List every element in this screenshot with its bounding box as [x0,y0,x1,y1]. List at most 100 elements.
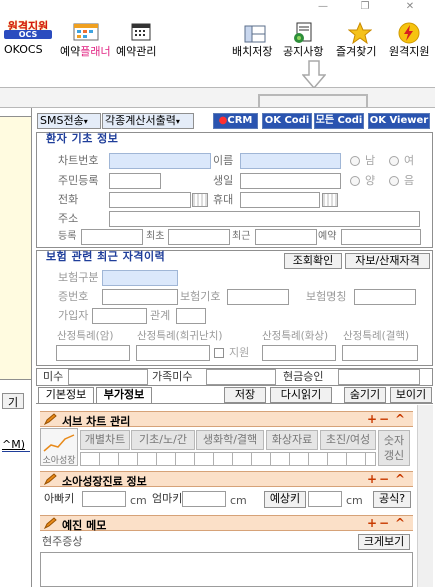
unpaid-field[interactable] [68,369,148,385]
okocs-button[interactable]: 원격지원 OCS OKOCS [4,18,56,58]
calc-label: 각종계산서출력 [105,114,176,127]
plus-icon[interactable]: + [367,516,377,530]
growth-graph-button[interactable]: 소아성장 [40,428,78,466]
insurance-section-title: 보험 관련 최근 자격이력 [46,250,166,263]
collapse-icon[interactable]: ^ [395,412,405,426]
restore-icon[interactable]: ❐ [358,2,372,12]
scrollbar[interactable] [417,405,433,587]
auto-industrial-button[interactable]: 자보/산재자격 [345,253,430,269]
tab-extra-info[interactable]: 부가정보 [96,387,152,403]
mother-height-field[interactable] [182,491,226,507]
gender-male-radio[interactable] [350,156,360,166]
all-codi-button[interactable]: 모든 Codi [314,113,364,129]
remote-support-label: 원격지원 [389,45,430,58]
phone-field[interactable] [109,192,191,208]
predicted-height-button[interactable]: 예상키 [264,491,306,508]
minimize-icon[interactable]: — [316,2,330,12]
resident-no-field[interactable] [109,173,161,189]
special-burn-field[interactable] [262,345,336,361]
chevron-down-icon: ▾ [175,117,180,126]
memo-textarea[interactable] [40,552,413,587]
close-icon[interactable]: ✕ [403,2,417,12]
father-height-field[interactable] [82,491,126,507]
ins-name-field[interactable] [354,289,416,305]
cal-solar-radio[interactable] [350,176,360,186]
family-unpaid-label: 가족미수 [152,370,193,383]
ins-symbol-field[interactable] [227,289,289,305]
left-stub-combo[interactable]: ^M) [2,438,30,452]
sms-dropdown[interactable]: SMS전송▾ [37,113,101,129]
special-tb-field[interactable] [342,345,418,361]
card-no-label: 증번호 [58,290,89,303]
lookup-button[interactable]: 조회확인 [284,253,342,269]
number-update-button[interactable]: 숫자갱신 [378,430,410,466]
show-button[interactable]: 보이기 [390,387,432,403]
family-unpaid-field[interactable] [206,369,276,385]
predicted-height-field[interactable] [308,491,342,507]
notice-button[interactable]: 공지사항 [281,22,331,60]
plus-icon[interactable]: + [367,412,377,426]
layout-save-label: 배치저장 [232,45,273,58]
chart-no-field[interactable] [109,153,211,169]
sub-chart-col-burn[interactable]: 화상자료 [266,430,318,450]
ok-codi-button[interactable]: OK Codi [262,113,312,129]
current-symptom-label: 현주증상 [42,535,83,548]
crm-button[interactable]: ●CRM [213,113,258,129]
recent-field[interactable] [255,229,317,245]
sub-chart-col-biochem[interactable]: 생화학/결핵 [196,430,264,450]
relation-field[interactable] [176,308,206,324]
ins-name-label: 보험명칭 [306,290,347,303]
minus-icon[interactable]: − [379,412,389,426]
enlarge-button[interactable]: 크게보기 [358,534,410,550]
top-toolbar: 원격지원 OCS OKOCS 예약플래너 예약관리 배치저장 공지사항 즐겨찾기 [0,0,435,90]
support-checkbox[interactable] [214,348,224,358]
ok-viewer-button[interactable]: OK Viewer [368,113,430,129]
reserve-manage-button[interactable]: 예약관리 [116,22,168,58]
card-no-field[interactable] [102,289,178,305]
minus-icon[interactable]: − [379,516,389,530]
phone-grid-icon[interactable] [192,193,208,207]
birth-field[interactable] [240,173,341,189]
cal-lunar-radio[interactable] [389,176,399,186]
okocs-label: OKOCS [4,43,43,56]
mobile-label: 휴대 [213,193,234,206]
first-label: 최초 [146,231,165,242]
formula-button[interactable]: 공식? [373,491,411,508]
mobile-field[interactable] [240,192,320,208]
save-button[interactable]: 저장 [224,387,266,403]
minus-icon[interactable]: − [379,472,389,486]
unpaid-label: 미수 [43,370,64,383]
hide-button[interactable]: 숨기기 [344,387,386,403]
sub-chart-col-firstvisit[interactable]: 초진/여성 [320,430,376,450]
cash-approval-field[interactable] [338,369,420,385]
remote-support-button[interactable]: 원격지원 [387,22,435,60]
tab-basic-info[interactable]: 기본정보 [38,387,94,403]
pencil-icon [43,473,58,486]
reserve-planner-button[interactable]: 예약플래너 [60,22,116,58]
collapse-icon[interactable]: ^ [395,472,405,486]
cash-approval-label: 현금승인 [283,370,324,383]
reload-button[interactable]: 다시읽기 [270,387,332,403]
left-stub-label[interactable]: 기 [2,393,24,409]
chart-no-label: 차트번호 [58,154,99,167]
layout-save-button[interactable]: 배치저장 [230,24,278,60]
plus-icon[interactable]: + [367,472,377,486]
sub-chart-header: 서브 차트 관리 + − ^ [40,411,413,428]
special-cancer-field[interactable] [56,345,130,361]
ins-type-field[interactable] [102,270,178,286]
calc-dropdown[interactable]: 각종계산서출력▾ [102,113,194,129]
name-field[interactable] [240,153,341,169]
special-rare-field[interactable] [136,345,210,361]
gender-female-radio[interactable] [389,156,399,166]
mobile-grid-icon[interactable] [322,193,338,207]
subscriber-field[interactable] [92,308,147,324]
address-field[interactable] [109,211,420,227]
registered-field[interactable] [81,229,143,245]
sub-chart-col-basic[interactable]: 기초/노/간 [131,430,195,450]
favorites-button[interactable]: 즐겨찾기 [336,21,386,60]
mother-height-label: 엄마키 [152,492,183,505]
reservation-field[interactable] [341,229,421,245]
collapse-icon[interactable]: ^ [395,516,405,530]
first-field[interactable] [168,229,230,245]
sub-chart-col-individual[interactable]: 개별차트 [80,430,130,450]
